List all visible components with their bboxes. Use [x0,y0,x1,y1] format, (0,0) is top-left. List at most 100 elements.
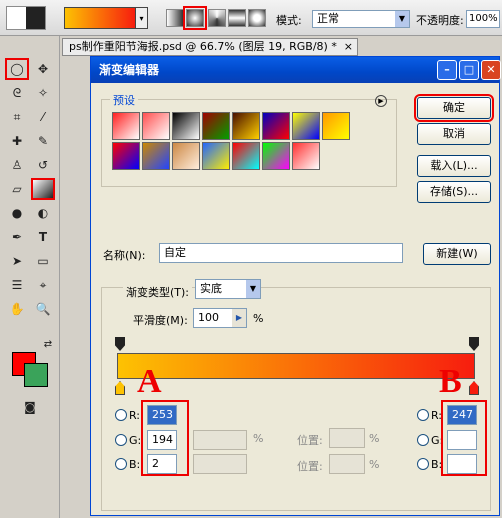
load-button[interactable]: 载入(L)... [417,155,491,177]
gradient-bar[interactable] [117,353,475,379]
crop-icon[interactable]: ⌗ [7,108,27,126]
gradient-preview[interactable] [64,7,136,29]
r-label-a: R: [129,409,141,422]
linear-gradient-icon[interactable] [166,9,184,27]
notes-icon[interactable]: ☰ [7,276,27,294]
elliptical-marquee-icon[interactable]: ◯ [5,58,29,80]
slider-arrow-icon[interactable]: ▶ [232,309,246,327]
radio-g-a[interactable] [115,434,127,446]
radio-g-b[interactable] [417,434,429,446]
smoothness-input[interactable]: 100 ▶ [193,308,247,328]
type-tool-icon[interactable]: T [33,228,53,246]
new-button[interactable]: 新建(W) [423,243,491,265]
preset-swatch[interactable] [202,112,230,140]
b-input-b[interactable] [447,454,477,474]
preset-swatch[interactable] [322,112,350,140]
preset-swatch[interactable] [232,142,260,170]
minimize-icon[interactable]: – [437,60,457,80]
position-label-1: 位置: [297,434,323,447]
blur-icon[interactable]: ● [7,204,27,222]
preset-swatch[interactable] [202,142,230,170]
clone-stamp-icon[interactable]: ♙ [7,156,27,174]
preset-swatch[interactable] [172,112,200,140]
angle-gradient-icon[interactable] [208,9,226,27]
smoothness-unit: % [253,312,264,325]
radio-r-a[interactable] [115,409,127,421]
magic-wand-icon[interactable]: ✧ [33,84,53,102]
close-icon[interactable]: ✕ [481,60,501,80]
radial-gradient-icon[interactable] [183,6,207,30]
name-input[interactable]: 自定 [159,243,403,263]
mode-value: 正常 [317,12,339,25]
options-bar: ▾ 模式: 正常 ▼ 不透明度: 100% [0,0,502,36]
preset-swatch[interactable] [172,142,200,170]
healing-brush-icon[interactable]: ✚ [7,132,27,150]
cancel-button[interactable]: 取消 [417,123,491,145]
preset-swatch[interactable] [262,142,290,170]
preset-swatch[interactable] [112,112,140,140]
b-label-a: B: [129,458,141,471]
preset-swatch[interactable] [142,142,170,170]
preset-swatch[interactable] [292,112,320,140]
quick-mask-icon[interactable]: ◙ [20,398,40,416]
position-label-2: 位置: [297,460,323,473]
document-tab[interactable]: ps制作重阳节海报.psd @ 66.7% (图层 19, RGB/8) * × [62,38,358,56]
preset-swatch[interactable] [112,142,140,170]
zoom-icon[interactable]: 🔍 [33,300,53,318]
gradient-picker-dropdown[interactable]: ▾ [136,7,148,29]
chevron-down-icon: ▼ [246,280,260,298]
radio-b-b[interactable] [417,458,429,470]
rectangle-shape-icon[interactable]: ▭ [33,252,53,270]
mode-select[interactable]: 正常 ▼ [312,10,410,28]
pen-icon[interactable]: ✒ [7,228,27,246]
history-brush-icon[interactable]: ↺ [33,156,53,174]
g-input-b[interactable] [447,430,477,450]
ok-button[interactable]: 确定 [414,94,494,122]
g-input-a[interactable]: 194 [147,430,177,450]
chevron-down-icon: ▼ [395,11,409,27]
eraser-icon[interactable]: ▱ [7,180,27,198]
position-input-2 [329,454,365,474]
smoothness-value: 100 [198,311,219,324]
reflected-gradient-icon[interactable] [228,9,246,27]
save-button[interactable]: 存储(S)... [417,181,491,203]
percent-label-2: % [369,458,380,471]
eyedropper-icon[interactable]: ⁄ [33,108,53,126]
move-tool-icon[interactable]: ✥ [33,60,53,78]
dialog-titlebar[interactable]: 渐变编辑器 – □ ✕ [91,57,501,83]
dialog-title: 渐变编辑器 [99,63,160,77]
gradient-type-label: 渐变类型(T): [123,284,193,300]
preset-swatch[interactable] [292,142,320,170]
r-input-a[interactable]: 253 [147,405,177,425]
gradient-type-select[interactable]: 实底 ▼ [195,279,261,299]
preset-swatch[interactable] [232,112,260,140]
diamond-gradient-icon[interactable] [248,9,266,27]
hand-icon[interactable]: ✋ [7,300,27,318]
smoothness-label: 平滑度(M): [133,314,188,327]
path-selection-icon[interactable]: ➤ [7,252,27,270]
eyedropper-icon[interactable]: ⌖ [33,276,53,294]
dodge-icon[interactable]: ◐ [33,204,53,222]
swap-colors-icon[interactable]: ⇄ [38,336,58,354]
position-input-1 [329,428,365,448]
annotation-letter-b: B [439,363,462,400]
presets-group: 预设 [101,92,397,187]
close-icon[interactable]: × [344,39,353,55]
radio-r-b[interactable] [417,409,429,421]
preset-swatch[interactable] [142,112,170,140]
presets-menu-icon[interactable]: ▶ [375,95,387,107]
brush-icon[interactable]: ✎ [33,132,53,150]
b-input-a[interactable]: 2 [147,454,177,474]
toolbox: ◯ ✥ ᘓ ✧ ⌗ ⁄ ✚ ✎ ♙ ↺ ▱ ● ◐ ✒ T ➤ ▭ ☰ ⌖ ✋ … [0,36,60,518]
maximize-icon[interactable]: □ [459,60,479,80]
gradient-tool-icon[interactable] [6,6,46,30]
document-title: ps制作重阳节海报.psd @ 66.7% (图层 19, RGB/8) * [69,40,337,53]
radio-b-a[interactable] [115,458,127,470]
opacity-input[interactable]: 100% [466,10,500,28]
gradient-tool-icon[interactable] [31,178,55,200]
background-color-swatch[interactable] [24,363,48,387]
percent-label-1: % [369,432,380,445]
lasso-icon[interactable]: ᘓ [7,84,27,102]
r-input-b[interactable]: 247 [447,405,477,425]
preset-swatch[interactable] [262,112,290,140]
